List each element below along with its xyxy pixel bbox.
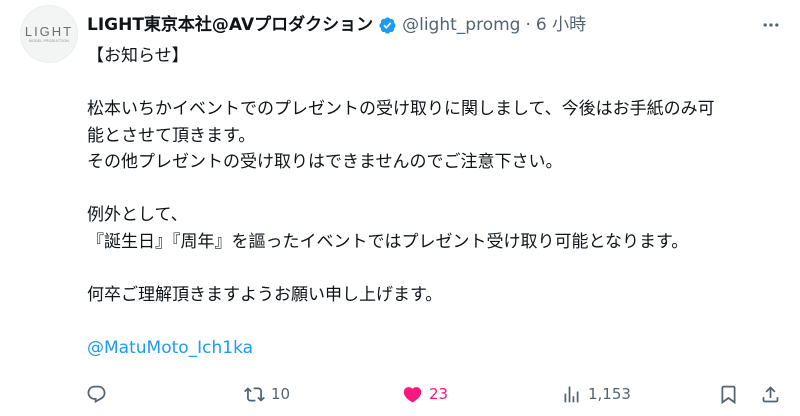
like-button[interactable]: 23 (402, 378, 448, 410)
tweet-actions: 10 23 1,153 (0, 378, 800, 410)
retweet-button[interactable]: 10 (244, 378, 290, 410)
tweet-line (87, 255, 787, 282)
avatar[interactable]: LIGHT MODEL PRODUCTION (20, 5, 78, 63)
separator-dot: · (525, 15, 531, 35)
mention-link[interactable]: @MatuMoto_Ich1ka (87, 338, 253, 358)
author-handle[interactable]: @light_promg (402, 13, 520, 37)
views-chart-icon (564, 386, 579, 402)
tweet-text: 【お知らせ】 松本いちかイベントでのプレゼントの受け取りに関しまして、今後はお手… (87, 43, 787, 361)
views-button[interactable]: 1,153 (561, 378, 631, 410)
tweet-line: 松本いちかイベントでのプレゼントの受け取りに関しまして、今後はお手紙のみ可 (87, 99, 715, 119)
retweet-icon (244, 386, 265, 402)
author-display-name[interactable]: LIGHT東京本社@AVプロダクション (87, 13, 373, 37)
tweet-line: 例外として、 (87, 205, 188, 225)
tweet-line (87, 70, 787, 97)
tweet-line (87, 308, 787, 335)
retweet-count: 10 (271, 385, 291, 403)
bookmark-icon (721, 385, 736, 404)
more-options-icon[interactable] (760, 14, 782, 36)
avatar-logo-text: LIGHT (24, 23, 74, 39)
tweet-timestamp[interactable]: 6 小時 (536, 13, 586, 37)
bookmark-button[interactable] (718, 378, 739, 410)
tweet-line: 【お知らせ】 (87, 46, 189, 66)
views-count: 1,153 (588, 385, 631, 403)
share-icon (762, 385, 779, 402)
tweet-header: LIGHT東京本社@AVプロダクション @light_promg · 6 小時 (87, 13, 586, 37)
tweet-line: 能とさせて頂きます。 (87, 125, 256, 146)
like-count: 23 (429, 385, 449, 403)
like-heart-icon (403, 386, 422, 403)
reply-button[interactable] (86, 378, 113, 410)
tweet-line: 何卒ご理解頂きますようお願い申し上げます。 (87, 284, 443, 305)
share-button[interactable] (760, 378, 781, 410)
verified-badge-icon (378, 16, 397, 35)
tweet-line (87, 176, 787, 203)
tweet-line: 『誕生日』『周年』を謳ったイベントではプレゼント受け取り可能となります。 (87, 231, 689, 252)
avatar-logo-subtext: MODEL PRODUCTION (28, 38, 70, 43)
tweet-line: その他プレゼントの受け取りはできませんのでご注意下さい。 (87, 152, 563, 172)
reply-icon (87, 385, 106, 403)
